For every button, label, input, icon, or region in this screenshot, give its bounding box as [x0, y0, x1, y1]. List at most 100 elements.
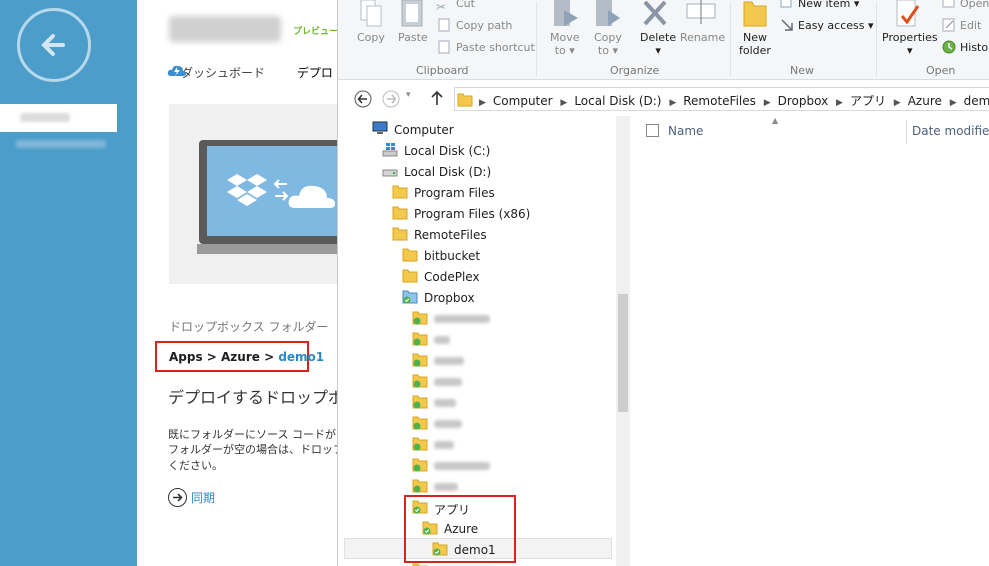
drive-icon — [382, 169, 398, 177]
portal-tabs: ダッシュボード デプロ — [167, 64, 333, 81]
tree-item-blurred[interactable] — [412, 350, 532, 371]
folder-icon — [402, 269, 418, 283]
preview-badge: プレビュー — [293, 27, 337, 37]
easy-access-button[interactable]: Easy access ▾ — [798, 19, 874, 32]
history-button[interactable]: History — [960, 41, 989, 54]
crumb-apps[interactable]: アプリ — [850, 94, 886, 108]
edit-icon — [942, 18, 955, 32]
tab-dashboard[interactable]: ダッシュボード — [181, 66, 265, 80]
scissors-icon: ✂ — [436, 0, 447, 14]
forward-icon[interactable] — [382, 90, 400, 108]
back-button[interactable] — [17, 8, 91, 82]
crumb-computer[interactable]: Computer — [493, 94, 553, 108]
cut-button[interactable]: Cut — [456, 0, 475, 10]
tree-item-blurred[interactable] — [412, 329, 532, 350]
file-explorer-window: Copy Paste ✂ Cut Copy path Paste shortcu… — [337, 0, 989, 566]
tree-scrollbar[interactable] — [616, 116, 630, 566]
synced-folder-icon — [412, 395, 428, 409]
nav-subitem-blurred — [16, 140, 106, 148]
new-folder-button[interactable]: New folder — [739, 31, 771, 57]
back-arrow-icon — [41, 34, 65, 56]
open-button[interactable]: Open ▾ — [960, 0, 989, 10]
move-to-button[interactable]: Move to ▾ — [550, 31, 580, 57]
portal-left-nav — [0, 0, 137, 566]
tree-item-blurred[interactable] — [412, 434, 532, 455]
portal-content: プレビュー ダッシュボード デプロ ドロップボックス フォルダー Apps > … — [137, 0, 337, 566]
clipboard-group-label: Clipboard — [416, 64, 469, 77]
synced-folder-icon — [412, 374, 428, 388]
crumb-demo1[interactable]: demo1 — [964, 94, 989, 108]
copy-button[interactable]: Copy — [357, 31, 385, 44]
paste-shortcut-button[interactable]: Paste shortcut — [456, 41, 535, 54]
synced-folder-icon — [412, 416, 428, 430]
copy-to-icon — [596, 0, 620, 26]
path-prefix: Apps > Azure > — [169, 350, 279, 364]
tree-item-blurred[interactable] — [412, 392, 532, 413]
navigation-pane: Computer Local Disk (C:) Local Disk (D:)… — [338, 116, 630, 566]
delete-button[interactable]: Delete ▾ — [640, 31, 676, 57]
delete-icon — [643, 0, 667, 26]
back-icon[interactable] — [354, 90, 372, 108]
dropbox-path-highlight: Apps > Azure > demo1 — [155, 341, 324, 372]
synced-folder-icon — [412, 332, 428, 346]
new-item-button[interactable]: New item ▾ — [798, 0, 859, 10]
crumb-dropbox[interactable]: Dropbox — [778, 94, 829, 108]
dropbox-folder-caption: ドロップボックス フォルダー — [169, 320, 329, 334]
chevron-down-icon[interactable]: ▾ — [406, 90, 411, 100]
tab-deploy[interactable]: デプロ — [297, 66, 333, 80]
arrow-right-circle-icon — [168, 488, 187, 507]
folder-icon — [392, 206, 408, 220]
address-bar-row: ▾ ▶ Computer ▶ Local Disk (D:) ▶ RemoteFile… — [338, 84, 989, 112]
move-to-icon — [554, 0, 578, 26]
scrollbar-thumb[interactable] — [618, 294, 628, 412]
crumb-azure[interactable]: Azure — [908, 94, 942, 108]
ribbon: Copy Paste ✂ Cut Copy path Paste shortcu… — [338, 0, 989, 80]
synced-folder-icon — [412, 458, 428, 472]
column-header-date-modified[interactable]: Date modified — [912, 124, 989, 138]
sync-button[interactable]: 同期 — [168, 488, 215, 507]
crumb-remotefiles[interactable]: RemoteFiles — [683, 94, 756, 108]
new-group-label: New — [790, 64, 814, 77]
up-arrow-icon[interactable] — [430, 90, 444, 106]
synced-folder-icon — [412, 437, 428, 451]
copy-path-button[interactable]: Copy path — [456, 19, 512, 32]
history-icon — [942, 40, 956, 54]
description-line: フォルダーが空の場合は、ドロップ — [168, 443, 337, 456]
sort-ascending-icon: ▲ — [772, 116, 779, 125]
tree-highlight-box — [404, 495, 516, 563]
rename-button[interactable]: Rename — [680, 31, 725, 44]
computer-icon — [372, 121, 388, 134]
tree-item-blurred[interactable] — [412, 476, 532, 497]
new-folder-icon — [743, 1, 767, 27]
new-item-icon — [780, 0, 792, 8]
tree-item-blurred[interactable] — [412, 308, 532, 329]
sync-label: 同期 — [191, 491, 216, 505]
breadcrumb: ▶ Computer ▶ Local Disk (D:) ▶ RemoteFiles … — [479, 92, 989, 109]
tree-item-blurred[interactable] — [412, 413, 532, 434]
dropbox-to-azure-icon — [227, 174, 335, 208]
edit-button[interactable]: Edit — [960, 19, 981, 32]
properties-icon — [896, 0, 920, 27]
tree-item-blurred[interactable] — [412, 455, 532, 476]
organize-group-label: Organize — [610, 64, 660, 77]
deploy-heading: デプロイするドロップボ — [168, 388, 337, 407]
windows-drive-icon — [382, 143, 398, 157]
file-list-header: ▲ Name Date modified — [638, 116, 989, 144]
folder-icon — [392, 227, 408, 241]
synced-folder-icon — [412, 479, 428, 493]
tree-item-blurred[interactable] — [412, 371, 532, 392]
column-header-name[interactable]: Name — [668, 124, 703, 138]
address-bar[interactable]: ▶ Computer ▶ Local Disk (D:) ▶ RemoteFiles … — [454, 87, 989, 111]
path-last-segment: demo1 — [278, 350, 325, 364]
copy-to-button[interactable]: Copy to ▾ — [594, 31, 622, 57]
open-icon — [942, 0, 955, 8]
paste-shortcut-icon — [438, 40, 450, 54]
easy-access-icon — [781, 19, 793, 31]
crumb-local-disk-d[interactable]: Local Disk (D:) — [574, 94, 661, 108]
open-group-label: Open — [926, 64, 956, 77]
select-all-checkbox[interactable] — [646, 124, 659, 137]
paste-button[interactable]: Paste — [398, 31, 428, 44]
properties-button[interactable]: Properties ▾ — [882, 31, 938, 57]
nav-selected-item[interactable] — [0, 104, 117, 132]
description-line: 既にフォルダーにソース コードが — [168, 428, 336, 441]
